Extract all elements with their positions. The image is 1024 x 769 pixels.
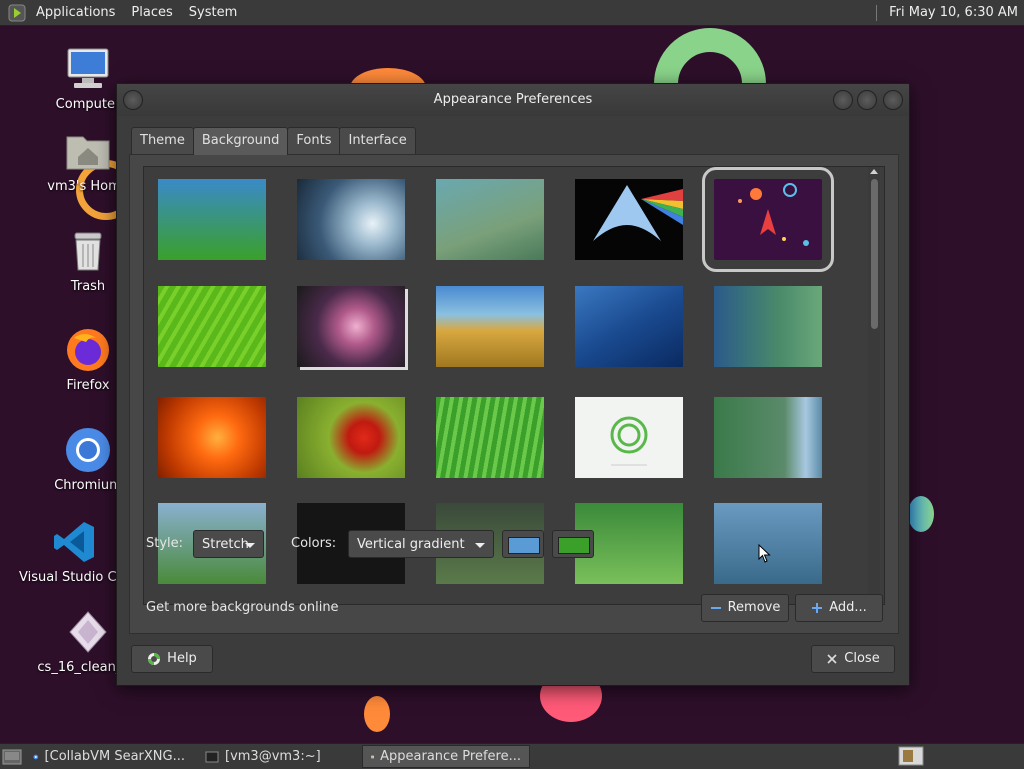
tab-bar: Theme Background Fonts Interface xyxy=(131,127,416,155)
trash-icon xyxy=(74,232,102,271)
show-desktop-icon[interactable] xyxy=(2,748,22,766)
style-dropdown-value: Stretch xyxy=(202,537,249,552)
wallpaper-orange-drop xyxy=(364,696,390,732)
maximize-button[interactable] xyxy=(857,90,877,110)
help-button[interactable]: Help xyxy=(131,645,213,673)
menu-applications[interactable]: Applications xyxy=(28,5,123,20)
task-label: [CollabVM SearXNG... xyxy=(44,749,185,764)
close-label: Close xyxy=(844,651,880,666)
top-panel: Applications Places System Fri May 10, 6… xyxy=(0,0,1024,26)
computer-icon xyxy=(67,48,109,88)
get-more-backgrounds-link[interactable]: Get more backgrounds online xyxy=(146,600,339,615)
appearance-preferences-window: Appearance Preferences Theme Background … xyxy=(116,83,910,686)
chevron-down-icon xyxy=(245,543,255,548)
minus-icon xyxy=(710,607,721,609)
wallpaper-thumbnail[interactable] xyxy=(297,179,405,260)
chevron-down-icon xyxy=(475,543,485,548)
colors-dropdown-value: Vertical gradient xyxy=(357,537,465,552)
scrollbar-thumb[interactable] xyxy=(871,179,878,329)
gallery-scrollbar[interactable] xyxy=(868,167,880,601)
wallpaper-thumbnail[interactable] xyxy=(575,397,683,478)
help-label: Help xyxy=(167,651,197,666)
minimize-button[interactable] xyxy=(833,90,853,110)
diamond-file-icon xyxy=(69,611,107,653)
help-lifebuoy-icon xyxy=(148,653,161,665)
mint-logo-icon xyxy=(610,416,648,466)
wallpaper-thumbnail[interactable] xyxy=(436,179,544,260)
tab-background[interactable]: Background xyxy=(192,127,289,155)
tab-fonts[interactable]: Fonts xyxy=(287,127,341,154)
window-title: Appearance Preferences xyxy=(433,92,593,107)
add-button[interactable]: Add... xyxy=(795,594,883,622)
task-searxng-browser[interactable]: [CollabVM SearXNG... xyxy=(24,745,194,768)
wallpaper-thumbnail[interactable] xyxy=(158,286,266,367)
secondary-color-button[interactable] xyxy=(552,530,594,558)
close-icon xyxy=(827,654,837,664)
secondary-color-swatch xyxy=(558,537,590,554)
colors-dropdown[interactable]: Vertical gradient xyxy=(348,530,494,558)
clock[interactable]: Fri May 10, 6:30 AM xyxy=(889,5,1024,20)
terminal-icon xyxy=(205,751,219,762)
desktop-icon-label: Visual Studio Code xyxy=(19,570,129,585)
wallpaper-blue-blob xyxy=(908,496,934,532)
wallpaper-thumbnail[interactable] xyxy=(158,397,266,478)
style-label: Style: xyxy=(146,536,184,551)
wallpaper-thumbnail[interactable] xyxy=(297,397,405,478)
colors-label: Colors: xyxy=(291,536,337,551)
tab-theme[interactable]: Theme xyxy=(131,127,194,154)
style-dropdown[interactable]: Stretch xyxy=(193,530,264,558)
chromium-icon xyxy=(66,428,110,472)
vscode-icon xyxy=(54,522,94,562)
menu-system[interactable]: System xyxy=(181,5,245,20)
appearance-icon xyxy=(371,755,374,758)
chromium-icon xyxy=(33,754,39,759)
close-window-button[interactable] xyxy=(883,90,903,110)
panel-separator xyxy=(876,4,879,21)
arch-logo-icon xyxy=(593,185,683,260)
wallpaper-thumbnail[interactable] xyxy=(158,179,266,260)
task-terminal[interactable]: [vm3@vm3:~] xyxy=(196,745,360,768)
remove-button[interactable]: Remove xyxy=(701,594,789,622)
wallpaper-thumbnail[interactable] xyxy=(575,286,683,367)
add-label: Add... xyxy=(829,600,867,615)
space-art-icon xyxy=(738,183,809,246)
tab-interface[interactable]: Interface xyxy=(339,127,416,154)
mouse-pointer-icon xyxy=(758,544,771,563)
clock-area: Fri May 10, 6:30 AM xyxy=(876,0,1024,25)
close-button[interactable]: Close xyxy=(811,645,895,673)
firefox-icon xyxy=(67,329,109,371)
scroll-up-arrow-icon[interactable] xyxy=(870,169,878,174)
applications-logo-icon[interactable] xyxy=(8,4,26,22)
window-menu-button[interactable] xyxy=(123,90,143,110)
wallpaper-thumbnail[interactable] xyxy=(714,286,822,367)
desktop-icon-vscode[interactable]: Visual Studio Code xyxy=(19,518,129,585)
task-label: [vm3@vm3:~] xyxy=(225,749,321,764)
wallpaper-thumbnail[interactable] xyxy=(575,179,683,260)
wallpaper-thumbnail[interactable] xyxy=(714,397,822,478)
window-titlebar[interactable]: Appearance Preferences xyxy=(117,84,909,116)
task-appearance-preferences[interactable]: Appearance Prefere... xyxy=(362,745,530,768)
wallpaper-thumbnail[interactable] xyxy=(436,397,544,478)
remove-label: Remove xyxy=(727,600,781,615)
home-folder-icon xyxy=(66,136,110,170)
wallpaper-thumbnail[interactable] xyxy=(436,286,544,367)
workspace-switcher-icon[interactable] xyxy=(898,746,924,766)
task-label: Appearance Prefere... xyxy=(380,749,521,764)
bottom-taskbar: [CollabVM SearXNG... [vm3@vm3:~] Appeara… xyxy=(0,743,1024,769)
primary-color-button[interactable] xyxy=(502,530,544,558)
menu-places[interactable]: Places xyxy=(123,5,180,20)
wallpaper-thumbnail[interactable] xyxy=(297,286,405,367)
plus-icon xyxy=(812,603,823,613)
primary-color-swatch xyxy=(508,537,540,554)
wallpaper-thumbnail-selected[interactable] xyxy=(702,167,834,272)
